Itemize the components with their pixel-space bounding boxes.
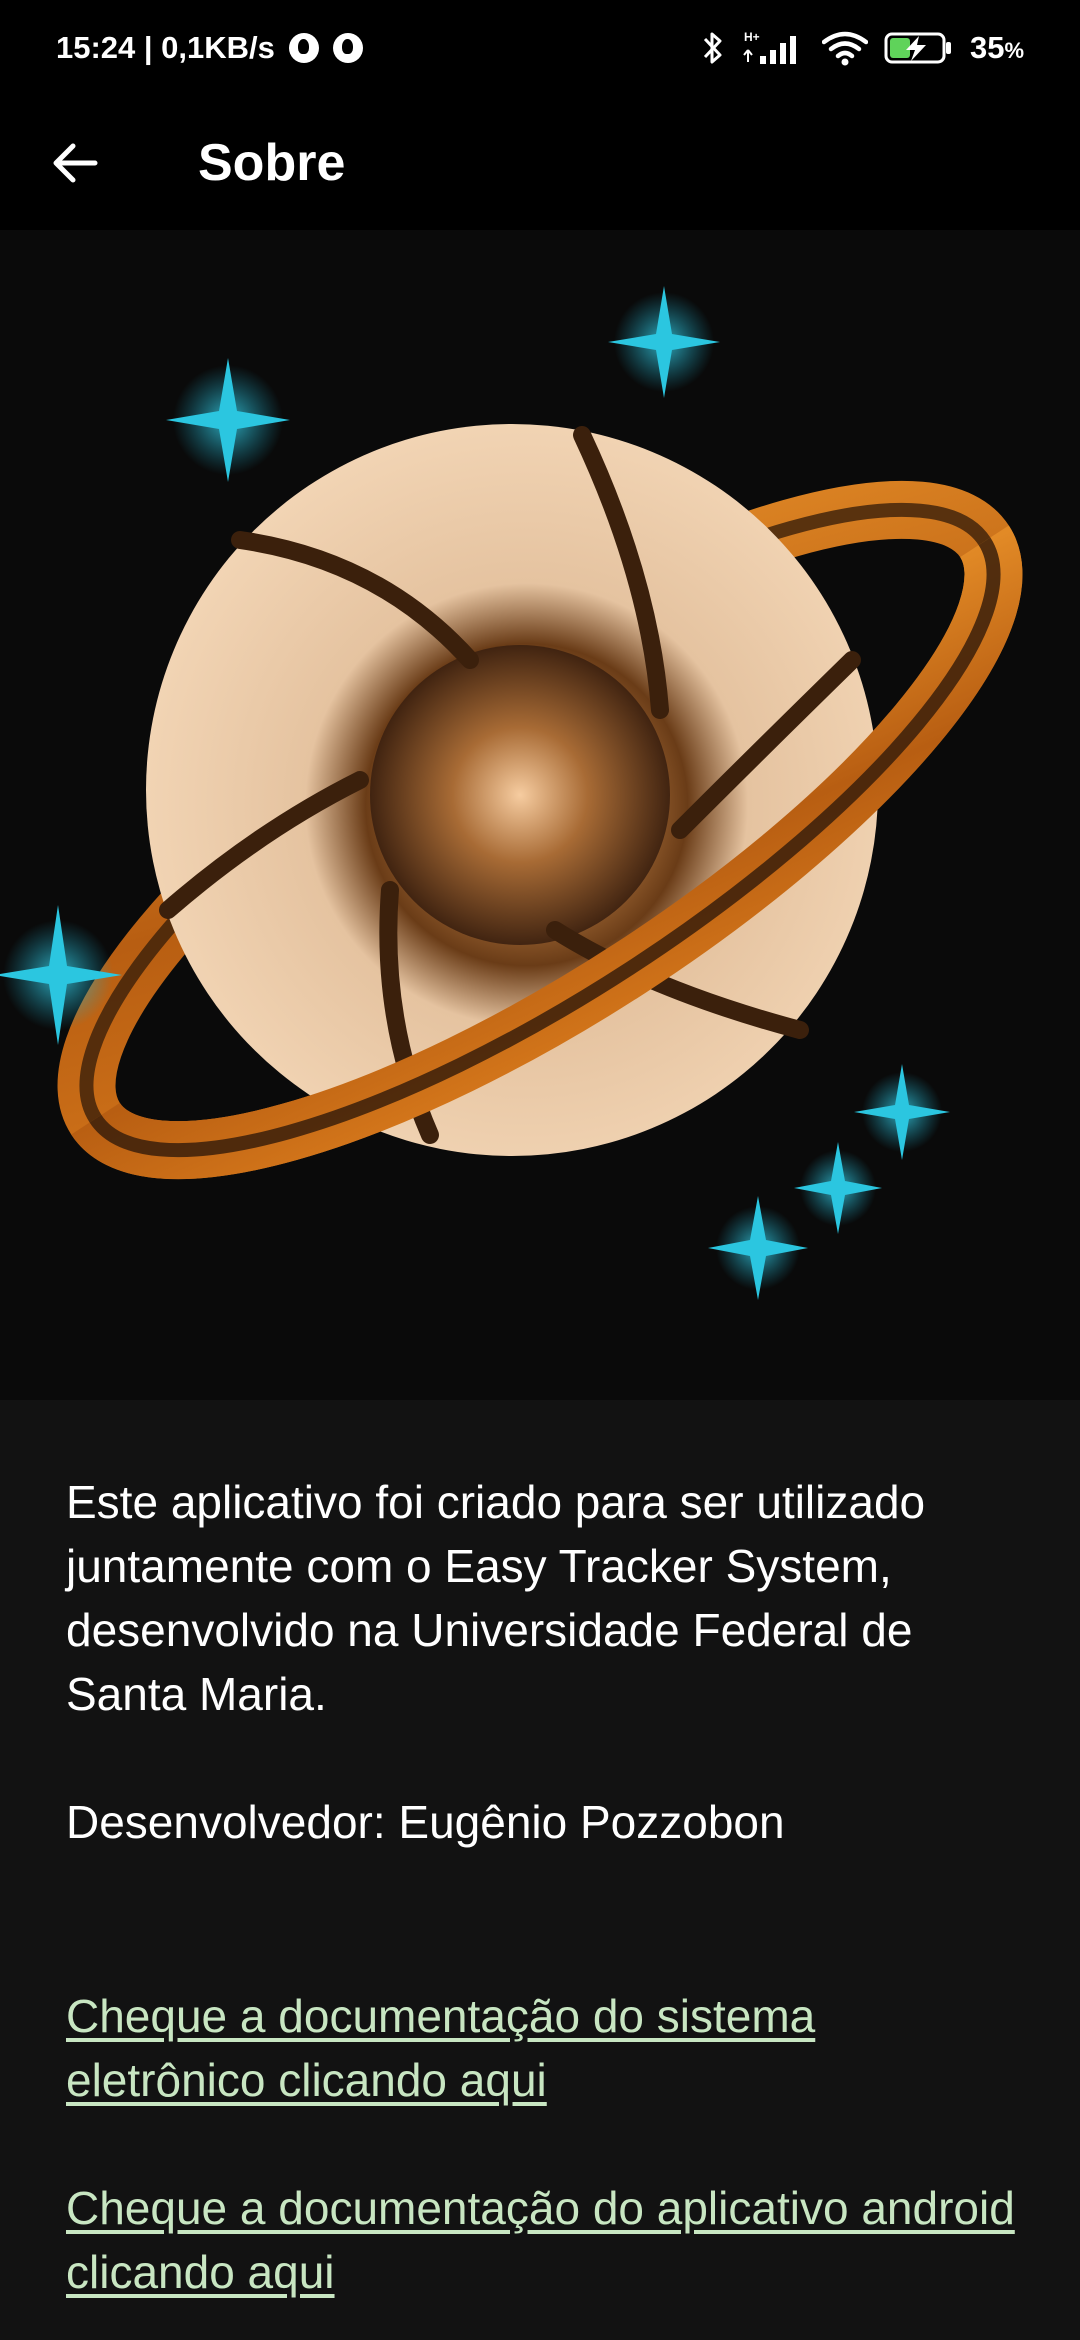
status-left: 15:24 | 0,1KB/s	[56, 30, 363, 66]
hero-image	[0, 230, 1080, 1400]
battery-unit: %	[1004, 38, 1024, 63]
notification-icon	[288, 33, 319, 63]
saturn-aperture-logo	[0, 286, 1023, 1300]
battery-percent: 35%	[970, 30, 1024, 66]
signal-icon: H+	[743, 30, 796, 64]
notification-icon	[332, 33, 363, 63]
battery-value: 35	[969, 30, 1005, 65]
bluetooth-icon	[703, 32, 722, 64]
battery-charging-icon	[884, 32, 951, 64]
back-button[interactable]	[34, 122, 116, 204]
wifi-icon	[821, 31, 868, 66]
android-docs-link[interactable]: Cheque a documentação do aplicativo andr…	[66, 2176, 1026, 2304]
electronics-docs-link[interactable]: Cheque a documentação do sistema eletrôn…	[66, 1984, 1026, 2112]
status-bar: 15:24 | 0,1KB/s H+ 35%	[0, 0, 1080, 96]
status-right: H+ 35%	[702, 28, 1024, 68]
developer-credit: Desenvolvedor: Eugênio Pozzobon	[66, 1796, 785, 1848]
app-description: Este aplicativo foi criado para ser util…	[66, 1476, 926, 1720]
network-type-label: H+	[744, 30, 760, 44]
page-title: Sobre	[198, 134, 346, 192]
arrow-left-icon	[53, 143, 98, 183]
app-bar: Sobre	[0, 96, 1080, 230]
status-time-speed: 15:24 | 0,1KB/s	[56, 30, 275, 65]
